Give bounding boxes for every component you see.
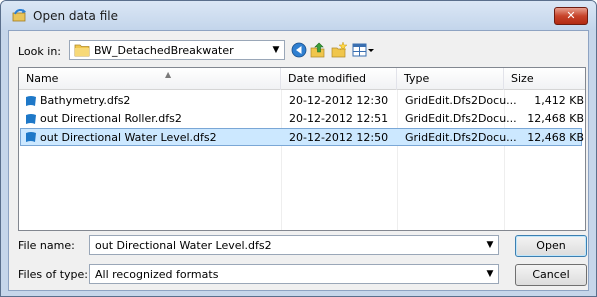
file-date: 20-12-2012 12:30	[289, 94, 389, 107]
open-data-file-dialog: Open data file ✕ Look in: BW_DetachedBre…	[0, 0, 597, 297]
file-type-dropdown[interactable]: All recognized formats ▼	[89, 264, 499, 284]
new-folder-icon[interactable]	[330, 41, 348, 59]
view-menu-icon[interactable]	[351, 41, 375, 59]
title-bar[interactable]: Open data file ✕	[1, 1, 596, 30]
file-list[interactable]: ▲ Name Date modified Type Size Bathymetr…	[18, 67, 586, 231]
cancel-button[interactable]: Cancel	[515, 264, 587, 286]
yellow-folder-icon	[74, 44, 90, 57]
look-in-value: BW_DetachedBreakwater	[94, 44, 234, 57]
file-name: out Directional Roller.dfs2	[40, 112, 182, 125]
file-type: GridEdit.Dfs2Docu...	[405, 112, 517, 125]
chevron-down-icon[interactable]: ▼	[270, 43, 282, 57]
dfs2-file-icon	[26, 96, 36, 106]
chevron-down-icon[interactable]: ▼	[483, 266, 497, 282]
file-row-selected[interactable]: out Directional Water Level.dfs2 20-12-2…	[20, 128, 584, 146]
file-type-value: All recognized formats	[95, 268, 219, 281]
file-name-value: out Directional Water Level.dfs2	[95, 239, 272, 252]
sort-ascending-icon: ▲	[165, 70, 172, 79]
file-list-header: ▲ Name Date modified Type Size	[19, 68, 585, 90]
look-in-label: Look in:	[18, 45, 61, 58]
column-header-date-modified[interactable]: Date modified	[281, 68, 397, 90]
file-size: 12,468 KB	[527, 112, 584, 125]
open-folder-arrow-icon	[12, 8, 26, 22]
column-header-size[interactable]: Size	[504, 68, 585, 90]
file-date: 20-12-2012 12:51	[289, 112, 389, 125]
dfs2-file-icon	[26, 132, 36, 142]
column-header-name[interactable]: ▲ Name	[19, 68, 281, 90]
file-date: 20-12-2012 12:50	[289, 131, 389, 144]
file-row[interactable]: Bathymetry.dfs2 20-12-2012 12:30 GridEdi…	[20, 92, 584, 110]
open-button[interactable]: Open	[515, 235, 587, 257]
close-icon: ✕	[566, 9, 576, 22]
file-size: 12,468 KB	[527, 131, 584, 144]
file-name: Bathymetry.dfs2	[40, 94, 131, 107]
file-name-field[interactable]: out Directional Water Level.dfs2 ▼	[89, 235, 499, 255]
file-type: GridEdit.Dfs2Docu...	[405, 94, 517, 107]
column-header-type[interactable]: Type	[397, 68, 504, 90]
file-name: out Directional Water Level.dfs2	[40, 131, 217, 144]
file-size: 1,412 KB	[534, 94, 584, 107]
up-folder-icon[interactable]	[309, 41, 327, 59]
window-title: Open data file	[33, 9, 118, 23]
back-icon[interactable]	[290, 41, 308, 59]
look-in-dropdown[interactable]: BW_DetachedBreakwater ▼	[69, 40, 285, 60]
file-name-label: File name:	[18, 239, 75, 252]
close-button[interactable]: ✕	[554, 7, 588, 25]
file-type-label: Files of type:	[18, 268, 89, 281]
dfs2-file-icon	[26, 114, 36, 124]
dialog-body: Look in: BW_DetachedBreakwater ▼ ▲ Name …	[8, 30, 589, 291]
chevron-down-icon[interactable]: ▼	[483, 237, 497, 253]
file-type: GridEdit.Dfs2Docu...	[405, 131, 517, 144]
file-row[interactable]: out Directional Roller.dfs2 20-12-2012 1…	[20, 110, 584, 128]
